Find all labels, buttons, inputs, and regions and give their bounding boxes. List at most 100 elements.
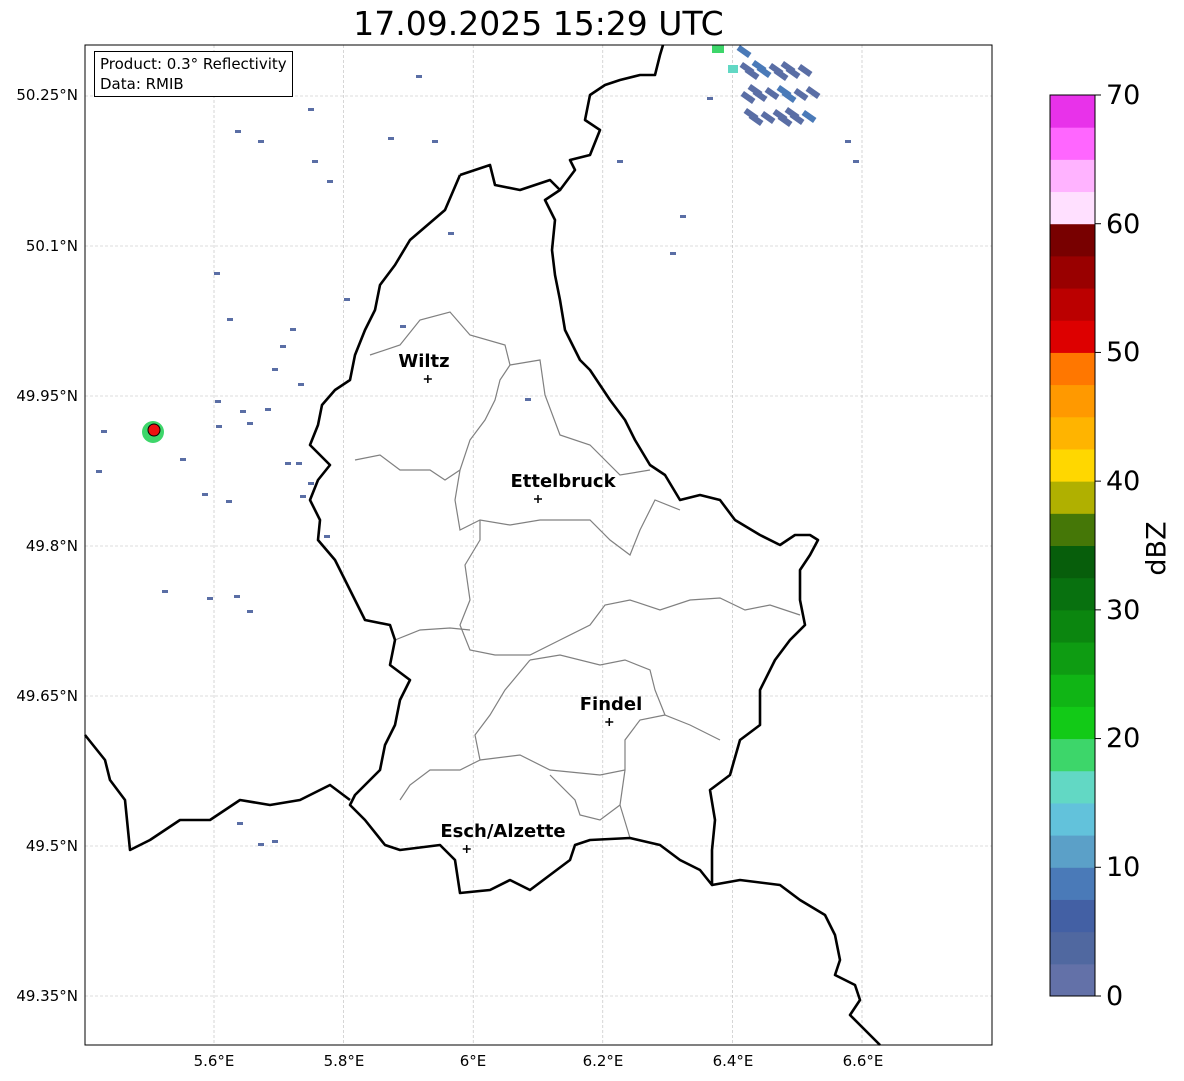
radar-echo [258,140,264,143]
colorbar-band [1050,223,1095,257]
radar-echo [202,493,208,496]
radar-echo [216,425,222,428]
radar-echo [327,180,333,183]
colorbar-band [1050,577,1095,611]
radar-echo [728,65,738,73]
colorbar-band [1050,674,1095,707]
radar-echo [308,108,314,111]
country-border [558,44,665,191]
city-marker-icon [534,495,542,503]
canton-border [509,359,651,476]
lon-tick-label: 6°E [459,1052,487,1070]
country-borders [83,44,881,1046]
radar-echo [280,345,286,348]
radar-echo [617,160,623,163]
radar-echo [845,140,851,143]
radar-echo [215,400,221,403]
radar-echo [290,328,296,331]
country-border [711,878,881,1046]
city-label-wiltz: Wiltz [398,351,450,372]
radar-echo [285,462,291,465]
radar-echo [272,368,278,371]
canton-border [399,659,531,801]
colorbar-band [1050,288,1095,321]
figure-title: 17.09.2025 15:29 UTC [353,4,724,43]
canton-border [459,520,801,656]
radar-echo [235,130,241,133]
radar-echo [707,97,713,100]
lat-tick-label: 50.1°N [25,237,78,255]
colorbar-tick-label: 40 [1106,466,1141,497]
colorbar-band [1050,899,1095,933]
colorbar-band [1050,835,1095,868]
radar-echo [760,111,776,124]
radar-echo [805,85,821,99]
lon-tick-label: 6.4°E [712,1052,754,1070]
colorbar-band [1050,127,1095,160]
radar-echo [180,458,186,461]
radar-echo [272,840,278,843]
colorbar-band [1050,320,1095,353]
colorbar-band [1050,352,1095,386]
canton-border [354,454,461,481]
radar-echo [324,535,330,538]
colorbar-band [1050,384,1095,418]
colorbar-band [1050,867,1095,900]
colorbar-band [1050,481,1095,514]
radar-echo [670,252,676,255]
colorbar-band [1050,513,1095,546]
canton-border [549,774,621,821]
radar-echo [736,45,752,58]
map-plot [83,44,1101,1046]
radar-echo [227,318,233,321]
product-text: Product: 0.3° Reflectivity [100,55,287,73]
radar-echo [214,272,220,275]
colorbar-band [1050,191,1095,225]
radar-echo [388,137,394,140]
colorbar-band [1050,416,1095,450]
colorbar-band [1050,448,1095,482]
colorbar-band [1050,609,1095,643]
colorbar-band [1050,706,1095,740]
radar-echo [400,325,406,328]
canton-border [479,714,666,776]
colorbar-tick-label: 20 [1106,723,1141,754]
radar-echo [101,430,107,433]
canton-border [619,769,631,839]
radar-echo [258,843,264,846]
colorbar-band [1050,95,1095,128]
colorbar-tick-label: 70 [1106,80,1141,111]
city-markers [423,375,614,853]
lat-tick-label: 49.35°N [16,987,78,1005]
radar-echo [448,232,454,235]
radar-echo [793,87,809,101]
colorbar-tick-label: 50 [1106,337,1141,368]
city-marker-icon [423,375,432,383]
city-marker-icon [605,718,614,726]
radar-echo [300,495,306,498]
radar-site-marker [147,423,161,437]
city-label-findel: Findel [579,694,643,715]
radar-echo [234,595,240,598]
gridlines [85,45,992,1045]
radar-echo [237,822,243,825]
plot-frame [84,44,993,1046]
lat-tick-label: 49.65°N [16,687,78,705]
radar-echo [162,590,168,593]
colorbar-band [1050,770,1095,804]
radar-echo [764,87,780,100]
colorbar-band [1050,159,1095,193]
lat-tick-label: 50.25°N [16,86,78,104]
radar-echo [344,298,350,301]
colorbar-band [1050,738,1095,772]
canton-border [369,311,681,556]
city-label-ettelbruck: Ettelbruck [510,471,616,492]
radar-echo [797,63,813,77]
radar-echo [296,462,302,465]
colorbar-tick-label: 0 [1106,981,1124,1012]
radar-echo [265,408,271,411]
city-marker-icon [462,845,471,853]
radar-echo [525,398,531,401]
city-label-esch-alzette: Esch/Alzette [440,821,566,842]
info-box: Product: 0.3° Reflectivity Data: RMIB [94,51,293,97]
